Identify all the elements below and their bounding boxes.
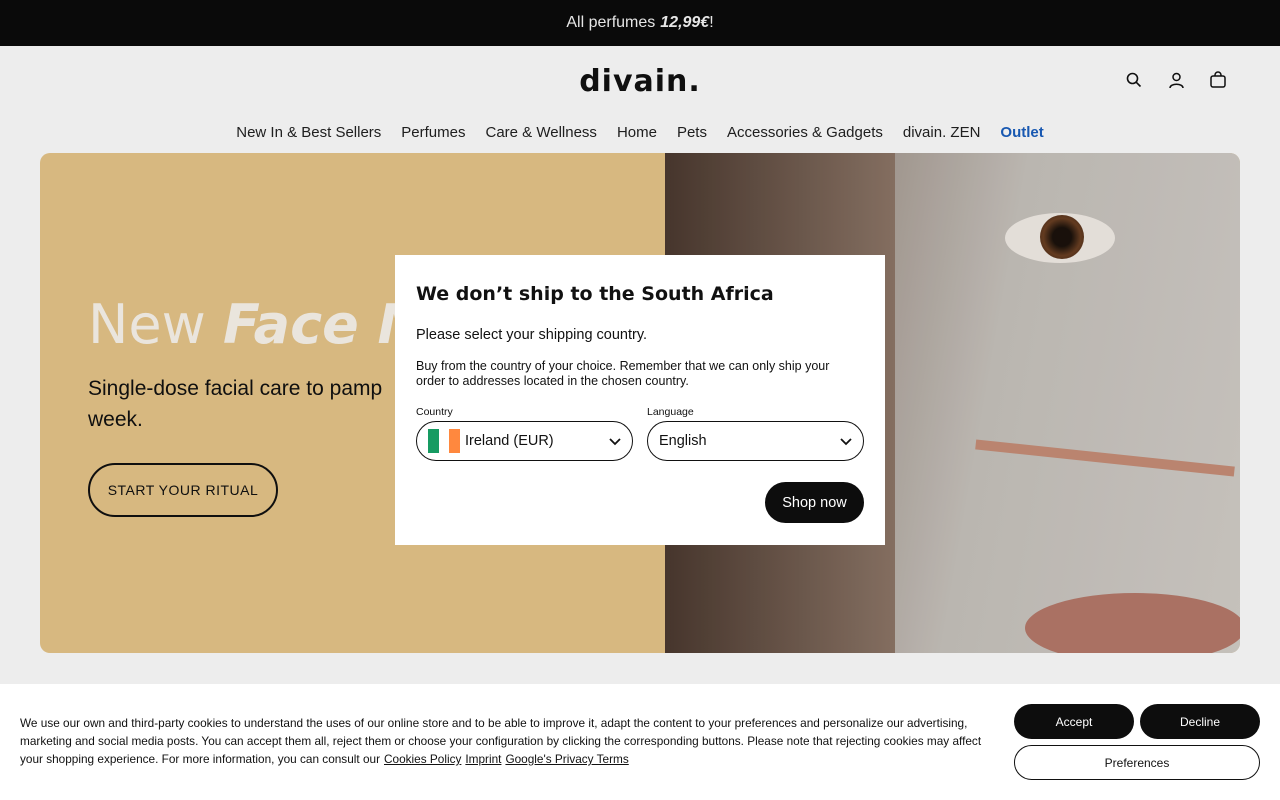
promo-bar: All perfumes 12,99€ ! [0, 0, 1280, 46]
promo-suffix: ! [709, 14, 714, 31]
shipping-modal: We don’t ship to the South Africa Please… [395, 255, 885, 545]
decline-cookies-button[interactable]: Decline [1140, 704, 1260, 739]
ireland-flag-icon [428, 429, 461, 453]
country-select[interactable]: Ireland (EUR) [416, 421, 633, 461]
chevron-down-icon [840, 438, 852, 446]
promo-price: 12,99€ [660, 14, 710, 31]
country-select-value: Ireland (EUR) [465, 433, 554, 449]
modal-body: Buy from the country of your choice. Rem… [416, 359, 830, 388]
chevron-down-icon [609, 438, 621, 446]
modal-lead: Please select your shipping country. [416, 327, 648, 343]
google-privacy-link[interactable]: Google's Privacy Terms [505, 752, 628, 766]
promo-text: All perfumes [566, 14, 656, 31]
cookie-preferences-button[interactable]: Preferences [1014, 745, 1260, 780]
accept-cookies-button[interactable]: Accept [1014, 704, 1134, 739]
cookie-banner: We use our own and third-party cookies t… [0, 684, 1280, 800]
language-select-value: English [659, 433, 707, 449]
modal-title: We don’t ship to the South Africa [416, 283, 774, 305]
language-label: Language [647, 406, 694, 418]
country-label: Country [416, 406, 453, 418]
shop-now-button[interactable]: Shop now [765, 482, 864, 523]
cookie-text: We use our own and third-party cookies t… [20, 716, 982, 766]
imprint-link[interactable]: Imprint [465, 752, 501, 766]
cookies-policy-link[interactable]: Cookies Policy [384, 752, 461, 766]
language-select[interactable]: English [647, 421, 864, 461]
